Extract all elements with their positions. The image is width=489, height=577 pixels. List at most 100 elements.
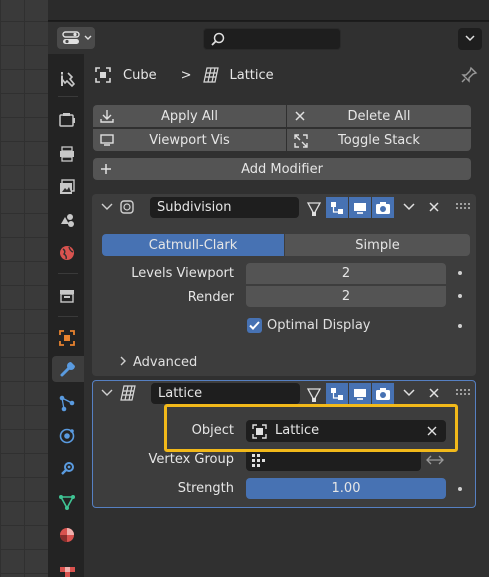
simple-option[interactable]: Simple [285,234,470,256]
options-dropdown[interactable] [458,28,482,50]
vertex-triangle-icon [306,201,322,216]
material-icon [60,528,74,542]
search-icon [211,32,225,46]
drag-handle-icon[interactable] [456,389,472,397]
physics-tab[interactable] [54,423,80,449]
render-toggle[interactable] [372,197,394,218]
texture-icon [60,567,75,577]
catmull-clark-option[interactable]: Catmull-Clark [102,234,284,256]
expand-icon [294,134,308,148]
realtime-toggle[interactable] [349,197,371,218]
vertex-group-field[interactable] [246,449,421,471]
data-tab[interactable] [54,489,80,515]
monitor-icon [354,202,366,214]
vertex-triangle-icon [306,387,322,402]
scene-icon [61,214,74,227]
render-tab[interactable] [54,107,80,133]
constraints-icon [61,462,74,475]
plus-icon [101,164,111,174]
breadcrumb-object[interactable]: Cube [123,68,157,83]
edit-mode-toggle[interactable] [326,383,348,404]
chevron-right-icon[interactable] [118,355,128,367]
properties-tab-column [48,54,84,577]
apply-all-button[interactable]: Apply All [93,105,286,127]
wrench-icon [60,362,75,377]
optimal-display-checkbox[interactable] [247,318,262,333]
3d-viewport-edge[interactable] [0,0,48,577]
object-tab[interactable] [54,325,80,351]
output-icon [60,146,74,162]
chevron-down-icon[interactable] [402,201,416,213]
double-arrow-icon [426,455,444,465]
subdivision-header[interactable]: Subdivision [92,194,476,220]
edit-mode-icon [331,201,343,214]
breadcrumb-modifier[interactable]: Lattice [229,68,273,83]
view-layer-icon [60,179,75,194]
chevron-down-icon [84,35,92,40]
mesh-data-icon [59,495,75,510]
world-tab[interactable] [54,240,80,266]
breadcrumb: Cube > Lattice [94,64,274,86]
monitor-icon [354,388,366,400]
constraints-tab[interactable] [54,456,80,482]
tool-tab[interactable] [54,66,80,92]
output-tab[interactable] [54,141,80,167]
keyframe-dot[interactable] [458,487,462,491]
edit-mode-icon [331,387,343,400]
particles-icon [59,395,75,412]
vertex-group-icon [252,454,265,467]
physics-icon [59,428,75,444]
delete-all-button[interactable]: Delete All [287,105,471,127]
monitor-icon [100,134,114,146]
realtime-toggle[interactable] [349,383,371,404]
close-icon[interactable] [427,386,441,400]
keyframe-dot[interactable] [458,324,462,328]
keyframe-dot[interactable] [458,294,462,298]
edit-cage-toggle[interactable] [303,383,325,404]
texture-tab[interactable] [54,557,80,577]
collection-tab[interactable] [54,283,80,309]
edit-mode-toggle[interactable] [326,197,348,218]
optimal-display-label[interactable]: Optimal Display [267,318,371,333]
properties-editor-icon [62,31,80,44]
chevron-down-icon[interactable] [100,200,114,214]
vertex-group-label: Vertex Group [148,452,235,467]
pin-icon[interactable] [460,66,478,84]
search-input[interactable] [203,28,341,50]
strength-slider[interactable]: 1.00 [246,478,446,499]
modifier-properties-panel: Cube > Lattice Apply All Delete All View… [84,54,489,577]
subdivision-modifier-panel: Subdivision Catmull-Clark Simple Levels … [92,194,476,376]
close-icon[interactable] [427,200,441,214]
world-icon [60,246,74,260]
particles-tab[interactable] [54,390,80,416]
chevron-down-icon [465,35,475,42]
lattice-icon [120,385,136,401]
highlight-annotation [164,404,458,452]
properties-header [48,22,489,54]
material-tab[interactable] [54,522,80,548]
scene-tab[interactable] [54,207,80,233]
upper-editor-edge [48,0,489,21]
subdivision-icon [120,200,134,214]
chevron-down-icon[interactable] [402,387,416,399]
levels-viewport-field[interactable]: 2 [246,263,446,284]
view-layer-tab[interactable] [54,174,80,200]
invert-vertex-group-button[interactable] [423,449,447,471]
render-levels-field[interactable]: 2 [246,286,446,307]
add-modifier-button[interactable]: Add Modifier [93,158,471,180]
modifiers-tab[interactable] [52,356,84,382]
tool-icon [61,72,76,88]
editor-type-button[interactable] [57,27,95,49]
subdivision-name-field[interactable]: Subdivision [150,197,299,218]
toggle-stack-button[interactable]: Toggle Stack [287,129,471,151]
advanced-subpanel-label[interactable]: Advanced [133,355,197,370]
drag-handle-icon[interactable] [456,203,472,211]
keyframe-dot[interactable] [458,271,462,275]
lattice-name-field[interactable]: Lattice [151,383,300,404]
camera-icon [376,387,390,400]
edit-cage-toggle[interactable] [303,197,325,218]
chevron-down-icon[interactable] [100,386,114,400]
render-levels-label: Render [187,290,234,305]
viewport-vis-button[interactable]: Viewport Vis [93,129,286,151]
render-toggle[interactable] [372,383,394,404]
